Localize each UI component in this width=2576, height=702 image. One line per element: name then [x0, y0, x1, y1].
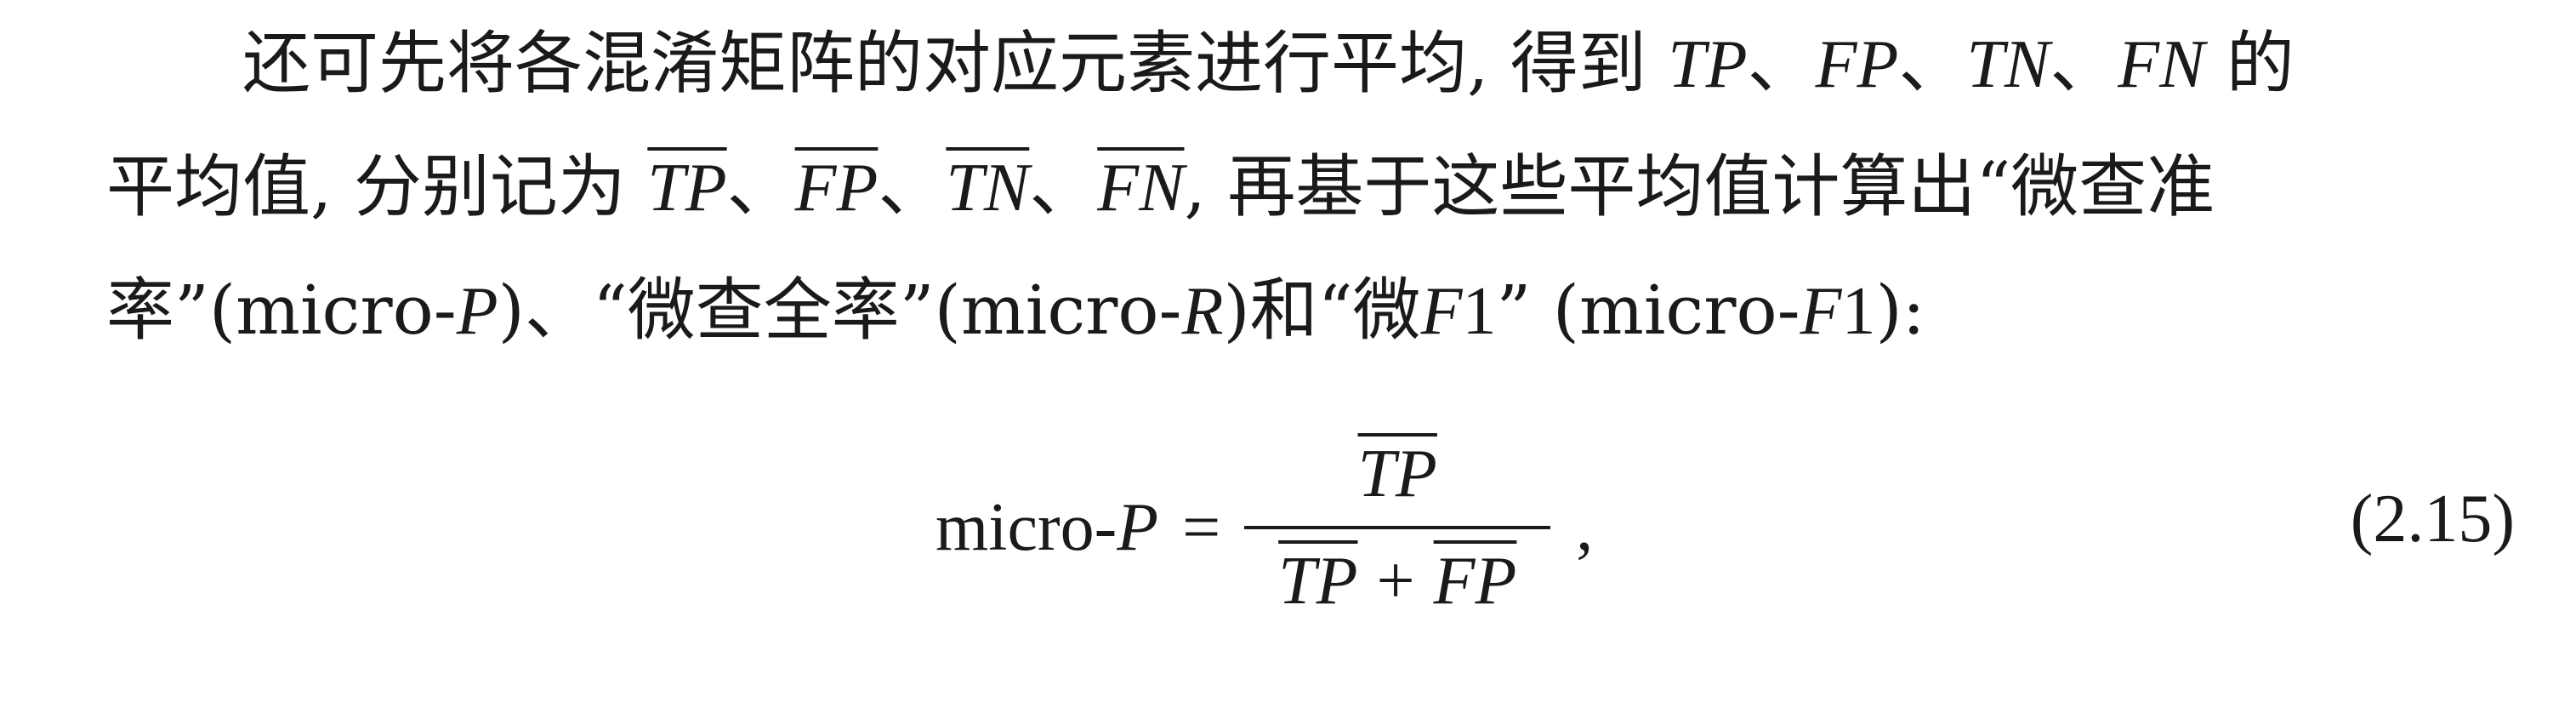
lhs-prefix: micro-: [935, 489, 1117, 565]
math-fp-bar: FP: [794, 151, 879, 225]
fraction-numerator: TP: [1358, 427, 1437, 521]
text-span: ” (micro-: [1496, 271, 1800, 350]
paragraph-line-3: 率”(micro-P)、“微查全率”(micro-R)和“微F1” (micro…: [106, 268, 1925, 354]
equation-number: (2.15): [2350, 482, 2515, 556]
text-span: 、: [1747, 24, 1816, 103]
math-fn-bar: FN: [1097, 151, 1185, 225]
text-span: 的: [2204, 24, 2295, 103]
math-f: F: [1420, 274, 1463, 349]
math-fn: FN: [2118, 27, 2205, 102]
fraction-bar: [1244, 526, 1551, 529]
math-p: P: [456, 274, 498, 349]
text-span: ):: [1875, 271, 1925, 350]
text-span: )和“微: [1223, 271, 1421, 350]
math-tp-bar: TP: [1278, 544, 1358, 619]
text-span: 、: [878, 147, 947, 226]
plus-sign: +: [1376, 544, 1415, 619]
math-f: F: [1800, 274, 1842, 349]
math-tp-bar: TP: [647, 151, 727, 225]
math-fp: FP: [1815, 27, 1899, 102]
math-tn: TN: [1966, 27, 2050, 102]
math-fp-bar: FP: [1433, 544, 1517, 619]
text-span: )、“微查全率”(micro-: [498, 271, 1182, 350]
paragraph-line-1: 还可先将各混淆矩阵的对应元素进行平均, 得到 TP、FP、TN、FN 的: [242, 21, 2295, 107]
fraction: TP TP + FP: [1244, 427, 1551, 628]
equation-micro-p: micro-P = TP TP + FP ,: [935, 391, 1593, 664]
fraction-denominator: TP + FP: [1278, 534, 1516, 628]
math-tp: TP: [1668, 27, 1748, 102]
math-one: 1: [1841, 274, 1876, 349]
text-span: 、: [1029, 147, 1098, 226]
text-span: 平均值, 分别记为: [106, 147, 648, 226]
text-span: 、: [726, 147, 795, 226]
math-one: 1: [1462, 274, 1497, 349]
text-span: 、: [2050, 24, 2118, 103]
math-r: R: [1181, 274, 1224, 349]
text-span: 、: [1898, 24, 1967, 103]
math-tn-bar: TN: [946, 151, 1030, 225]
paragraph-line-2: 平均值, 分别记为 TP、FP、TN、FN, 再基于这些平均值计算出“微查准: [106, 145, 2215, 231]
text-span: 还可先将各混淆矩阵的对应元素进行平均, 得到: [242, 24, 1669, 103]
math-tp-bar: TP: [1357, 437, 1437, 511]
text-span: , 再基于这些平均值计算出“微查准: [1184, 147, 2215, 226]
text-span: 率”(micro-: [106, 271, 457, 350]
equals-sign: =: [1182, 489, 1221, 565]
equation-comma: ,: [1576, 489, 1594, 565]
equation-lhs: micro-P: [935, 489, 1158, 567]
lhs-var: P: [1117, 489, 1159, 565]
